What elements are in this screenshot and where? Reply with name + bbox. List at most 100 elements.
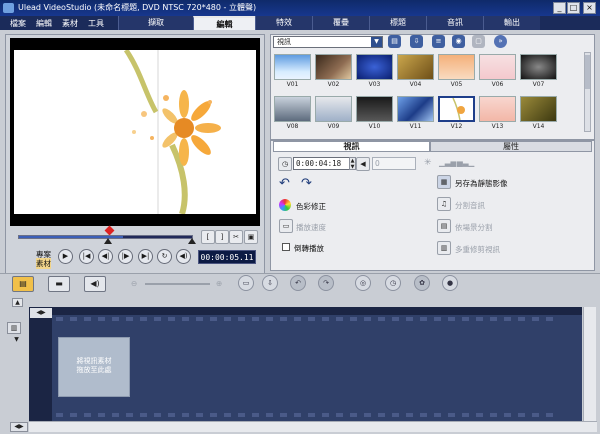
duration-stepper[interactable]: ▲ ▼ [349,157,356,170]
play-icon[interactable]: ▶ [58,249,73,264]
tab-attributes[interactable]: 屬性 [430,141,592,152]
maximize-button[interactable]: □ [567,2,580,14]
trim-out-handle[interactable] [188,238,196,244]
audio-view-icon[interactable]: ◀) [84,276,106,292]
perforation-strip-top [52,315,582,323]
thumbnail-v10[interactable] [356,96,393,122]
tab-effect[interactable]: 特效 [255,16,312,30]
library-category-select[interactable]: 視訊 [273,36,383,48]
tab-video-options[interactable]: 視訊 [273,141,430,152]
close-button[interactable]: × [583,2,596,14]
tab-capture[interactable]: 擷取 [118,16,193,30]
smart-proxy-icon[interactable]: ◎ [355,275,371,291]
enlarge-preview-icon[interactable]: ▣ [244,230,258,244]
thumbnail-v07[interactable] [520,54,557,80]
thumbnail-v03[interactable] [356,54,393,80]
filmstrip[interactable] [52,315,582,421]
repeat-icon[interactable]: ↻ [157,249,172,264]
chevron-down-icon[interactable]: ▼ [371,37,382,47]
tab-edit[interactable]: 編輯 [193,16,255,30]
video-track-icon[interactable]: ▥ [7,322,21,334]
next-frame-icon[interactable]: |▶ [118,249,133,264]
placeholder-line-2: 拖放至此處 [76,366,112,374]
tab-overlay[interactable]: 覆疊 [312,16,369,30]
flower-thumbnail-image [452,97,465,121]
menu-file[interactable]: 檔案 [10,18,26,29]
thumb-label: V09 [327,123,340,130]
track-ruler: ◀▶ [30,308,52,318]
track-collapse-icon[interactable]: ▼ [12,336,21,344]
import-icon[interactable]: ⇩ [410,35,423,48]
fade-in-icon: ▁▃▅ [439,158,457,167]
end-icon[interactable]: ▶| [138,249,153,264]
folder-icon[interactable]: ▤ [388,35,401,48]
zoom-slider[interactable] [145,283,210,285]
recording-icon[interactable]: ✿ [414,275,430,291]
chapter-point-icon[interactable]: ◷ [385,275,401,291]
thumbnail-v09[interactable] [315,96,352,122]
thumbnail-v12[interactable] [438,96,475,122]
fit-project-icon[interactable]: ▭ [238,275,254,291]
timeline-view-icon[interactable]: ▬ [48,276,70,292]
storyboard-vertical-scrollbar[interactable] [583,307,596,422]
thumb-label: V07 [532,81,545,88]
split-by-scene-button[interactable]: 依場景分割 [455,222,493,233]
storyboard-horizontal-scrollbar[interactable] [29,421,597,432]
reverse-checkbox[interactable] [282,243,290,251]
preview-frame [14,50,256,214]
thumbnail-v11[interactable] [397,96,434,122]
capture-icon[interactable]: ◉ [452,35,465,48]
rotate-right-icon[interactable]: ↷ [301,176,312,191]
camera-icon: ▢ [472,35,485,48]
drop-clip-placeholder[interactable]: 將視訊素材 拖放至此處 [58,337,130,397]
zoom-in-icon[interactable]: ⊕ [216,279,222,288]
library-scrollbar[interactable] [584,52,591,132]
color-correction-button[interactable]: 色彩修正 [296,201,326,212]
menu-tools[interactable]: 工具 [88,18,104,29]
multi-trim-button[interactable]: 多重修剪視訊 [455,244,500,255]
mark-out-button[interactable]: ] [215,230,229,244]
thumbnail-v02[interactable] [315,54,352,80]
redo-icon[interactable]: ↷ [318,275,334,291]
previous-frame-icon[interactable]: ◀| [98,249,113,264]
thumbnail-v14[interactable] [520,96,557,122]
clip-mode-label[interactable]: 素材 [36,258,51,269]
window-title: Ulead VideoStudio (未命名標題, DVD NTSC 720*4… [18,3,257,12]
home-icon[interactable]: |◀ [79,249,94,264]
sort-icon[interactable]: ≡ [432,35,445,48]
volume-field[interactable]: 0 [372,157,416,170]
playback-speed-button[interactable]: 播放速度 [296,222,326,233]
thumbnail-v05[interactable] [438,54,475,80]
timecode-display[interactable]: 00:00:05.11 [198,250,256,264]
thumbnail-v01[interactable] [274,54,311,80]
minimize-button[interactable]: _ [553,2,566,14]
thumbnail-v06[interactable] [479,54,516,80]
volume-icon[interactable]: ◀) [176,249,191,264]
thumb-label: V02 [327,81,340,88]
tab-share[interactable]: 輸出 [483,16,540,30]
insert-media-icon[interactable]: ⇩ [262,275,278,291]
split-audio-button[interactable]: 分割音訊 [455,200,485,211]
undo-icon[interactable]: ↶ [290,275,306,291]
menu-edit[interactable]: 編輯 [36,18,52,29]
save-as-still-button[interactable]: 另存為靜態影像 [455,178,508,189]
mark-in-button[interactable]: [ [201,230,215,244]
tab-audio[interactable]: 音訊 [426,16,483,30]
menu-clip[interactable]: 素材 [62,18,78,29]
duration-field[interactable]: 0:00:04:18 [293,157,351,170]
rotate-left-icon[interactable]: ↶ [279,176,290,191]
thumbnail-v04[interactable] [397,54,434,80]
trim-in-handle[interactable] [104,238,112,244]
tab-title[interactable]: 標題 [369,16,426,30]
batch-convert-icon[interactable]: ● [442,275,458,291]
storyboard-view-icon[interactable]: ▤ [12,276,34,292]
expand-icon[interactable]: » [494,35,507,48]
scrollbar-thumb[interactable] [585,55,590,89]
reverse-playback-label: 倒轉播放 [294,244,324,253]
zoom-out-icon[interactable]: ⊖ [131,279,137,288]
thumbnail-v08[interactable] [274,96,311,122]
scroll-left-right-icon[interactable]: ◀▶ [10,422,28,432]
cut-clip-icon[interactable]: ✂ [229,230,243,244]
thumbnail-v13[interactable] [479,96,516,122]
scroll-up-icon[interactable]: ▲ [12,298,23,307]
